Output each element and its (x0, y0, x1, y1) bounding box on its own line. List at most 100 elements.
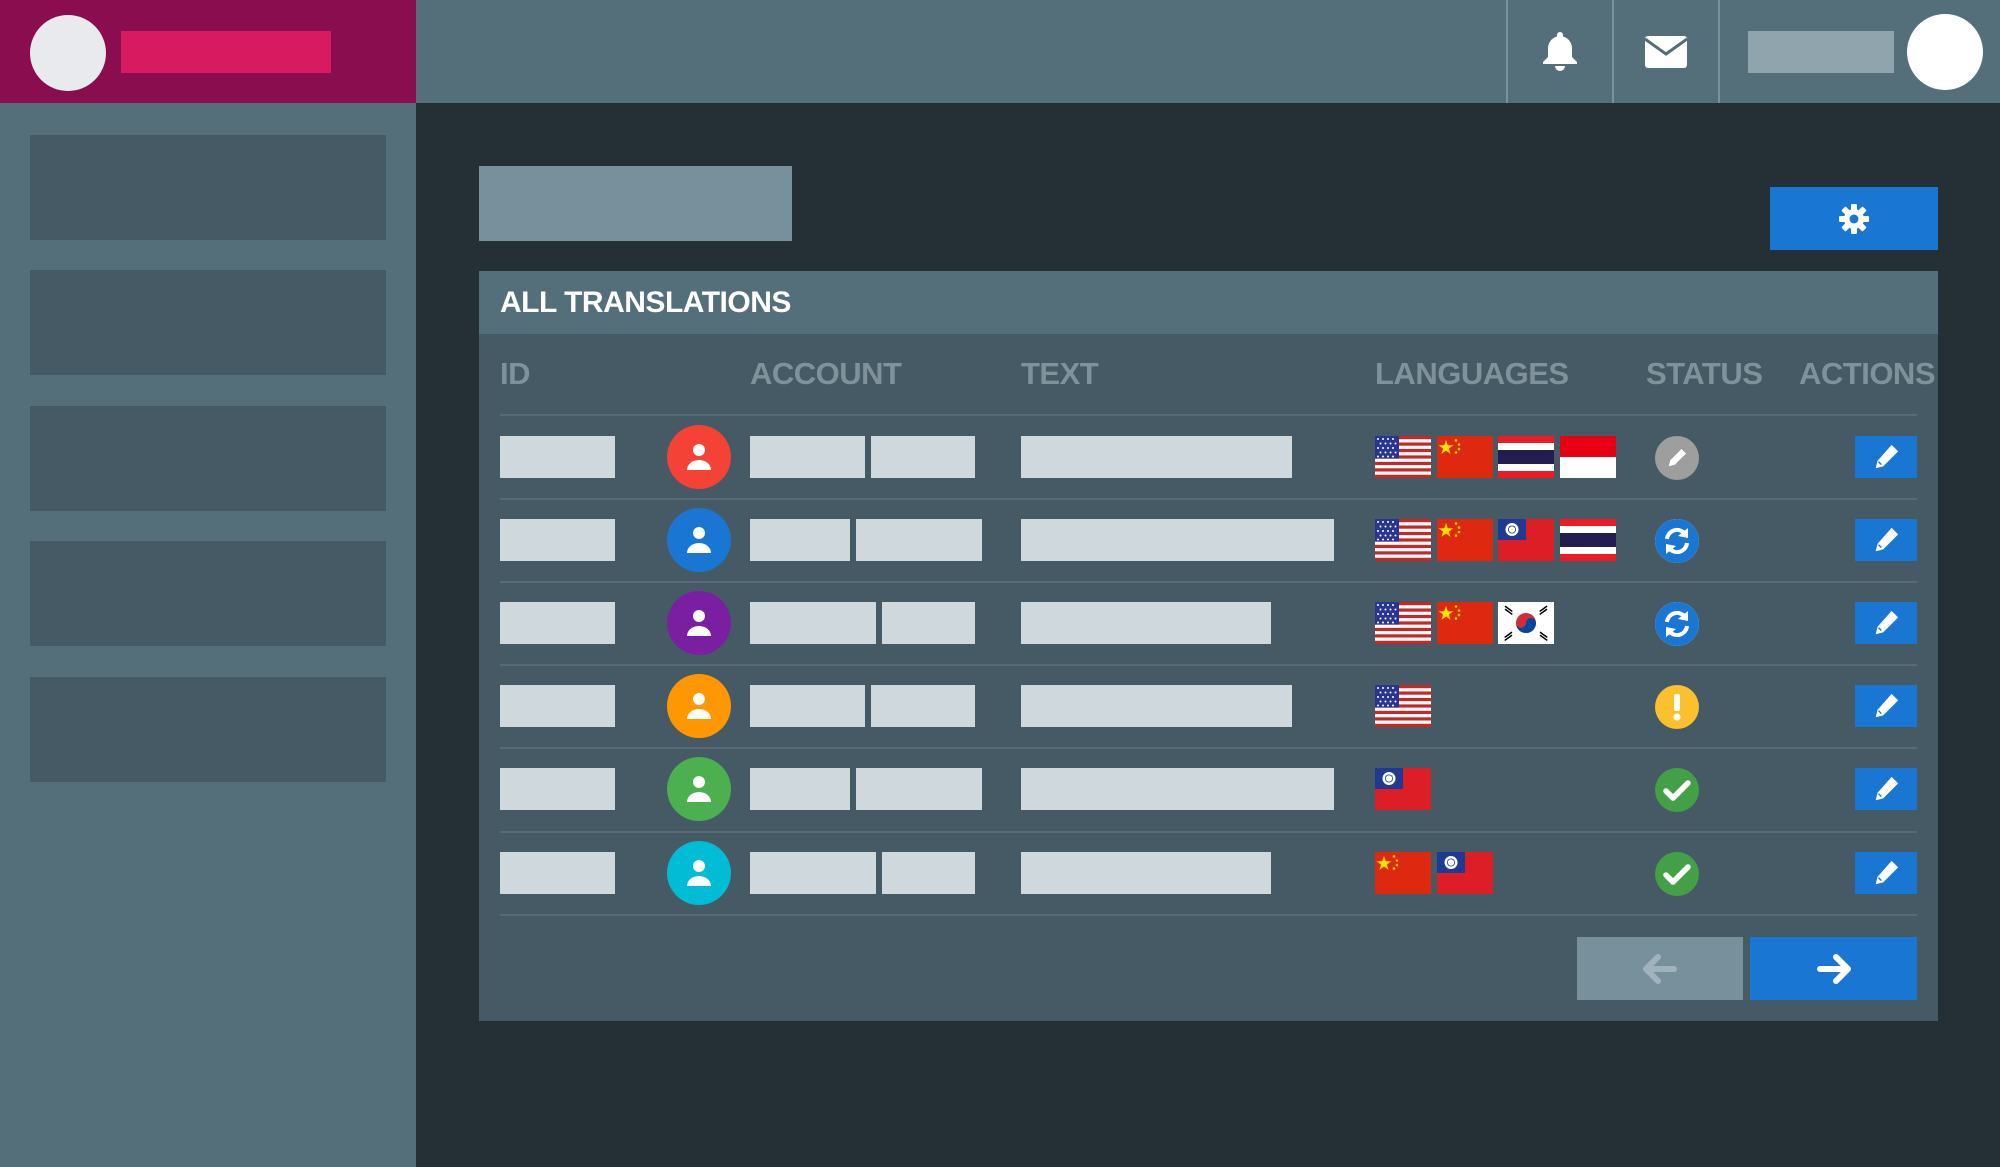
user-name-placeholder[interactable] (1748, 31, 1894, 73)
table-row[interactable] (500, 665, 1917, 748)
arrow-right-icon (1816, 953, 1851, 984)
flag-kr-icon (1498, 602, 1554, 644)
sidebar-item[interactable] (30, 541, 386, 646)
flag-us-icon (1375, 602, 1431, 644)
account-first-placeholder (750, 768, 850, 810)
id-cell-placeholder (500, 685, 615, 727)
account-first-placeholder (750, 852, 876, 894)
id-cell-placeholder (500, 602, 615, 644)
account-last-placeholder (871, 685, 975, 727)
flag-id-icon (1560, 436, 1616, 478)
panel-header: ALL TRANSLATIONS (479, 271, 1938, 334)
edit-button[interactable] (1855, 436, 1917, 478)
account-last-placeholder (871, 436, 975, 478)
table-row[interactable] (500, 416, 1917, 499)
edit-button[interactable] (1855, 519, 1917, 561)
top-divider (1718, 0, 1720, 103)
text-cell-placeholder (1021, 436, 1292, 478)
text-cell-placeholder (1021, 768, 1334, 810)
status-done-icon (1655, 852, 1699, 896)
status-sync-icon (1655, 602, 1699, 646)
brand-bar (0, 0, 416, 103)
account-avatar (667, 591, 731, 655)
next-page-button[interactable] (1750, 937, 1917, 1000)
account-avatar (667, 841, 731, 905)
column-header-languages[interactable]: LANGUAGES (1375, 356, 1569, 392)
account-first-placeholder (750, 436, 865, 478)
prev-page-button[interactable] (1577, 937, 1743, 1000)
pencil-icon (1871, 691, 1901, 721)
page-title-placeholder (479, 166, 792, 241)
pencil-icon (1871, 608, 1901, 638)
account-first-placeholder (750, 519, 850, 561)
edit-button[interactable] (1855, 685, 1917, 727)
pencil-icon (1871, 525, 1901, 555)
top-divider (1612, 0, 1614, 103)
pencil-icon (1871, 774, 1901, 804)
account-first-placeholder (750, 685, 865, 727)
flag-th-icon (1560, 519, 1616, 561)
text-cell-placeholder (1021, 685, 1292, 727)
bell-icon[interactable] (1537, 28, 1583, 74)
flag-tw-icon (1498, 519, 1554, 561)
table-row[interactable] (500, 748, 1917, 831)
account-last-placeholder (882, 602, 975, 644)
status-sync-icon (1655, 519, 1699, 563)
pencil-icon (1871, 442, 1901, 472)
id-cell-placeholder (500, 436, 615, 478)
account-avatar (667, 425, 731, 489)
text-cell-placeholder (1021, 519, 1334, 561)
id-cell-placeholder (500, 768, 615, 810)
text-cell-placeholder (1021, 852, 1271, 894)
sidebar-item[interactable] (30, 677, 386, 782)
account-last-placeholder (856, 768, 982, 810)
account-avatar (667, 674, 731, 738)
translations-panel: ALL TRANSLATIONS ID ACCOUNT TEXT LANGUAG… (479, 271, 1938, 1021)
panel-title: ALL TRANSLATIONS (500, 286, 791, 319)
pencil-icon (1871, 858, 1901, 888)
avatar[interactable] (1907, 14, 1983, 90)
column-header-account[interactable]: ACCOUNT (750, 356, 902, 392)
brand-name-placeholder[interactable] (121, 31, 331, 73)
sidebar-item[interactable] (30, 270, 386, 375)
id-cell-placeholder (500, 852, 615, 894)
column-header-id[interactable]: ID (500, 356, 531, 392)
sidebar-item[interactable] (30, 135, 386, 240)
account-avatar (667, 757, 731, 821)
status-done-icon (1655, 768, 1699, 812)
status-draft-icon (1655, 436, 1699, 480)
gear-icon (1839, 203, 1869, 234)
top-divider (1506, 0, 1508, 103)
mail-icon[interactable] (1643, 30, 1689, 76)
sidebar (0, 103, 416, 1167)
column-header-status[interactable]: STATUS (1646, 356, 1763, 392)
account-last-placeholder (856, 519, 982, 561)
sidebar-item[interactable] (30, 406, 386, 511)
row-divider (500, 914, 1917, 916)
text-cell-placeholder (1021, 602, 1271, 644)
flag-cn-icon (1375, 852, 1431, 894)
flag-cn-icon (1437, 602, 1493, 644)
arrow-left-icon (1643, 953, 1677, 984)
brand-logo[interactable] (30, 15, 106, 91)
account-last-placeholder (882, 852, 975, 894)
table-row[interactable] (500, 832, 1917, 915)
settings-button[interactable] (1770, 187, 1938, 250)
table-row[interactable] (500, 582, 1917, 665)
flag-us-icon (1375, 685, 1431, 727)
edit-button[interactable] (1855, 852, 1917, 894)
flag-us-icon (1375, 519, 1431, 561)
edit-button[interactable] (1855, 768, 1917, 810)
account-avatar (667, 508, 731, 572)
column-header-actions[interactable]: ACTIONS (1799, 356, 1936, 392)
flag-tw-icon (1437, 852, 1493, 894)
id-cell-placeholder (500, 519, 615, 561)
column-header-text[interactable]: TEXT (1021, 356, 1099, 392)
table-row[interactable] (500, 499, 1917, 582)
flag-cn-icon (1437, 519, 1493, 561)
flag-us-icon (1375, 436, 1431, 478)
flag-tw-icon (1375, 768, 1431, 810)
flag-cn-icon (1437, 436, 1493, 478)
edit-button[interactable] (1855, 602, 1917, 644)
flag-th-icon (1498, 436, 1554, 478)
